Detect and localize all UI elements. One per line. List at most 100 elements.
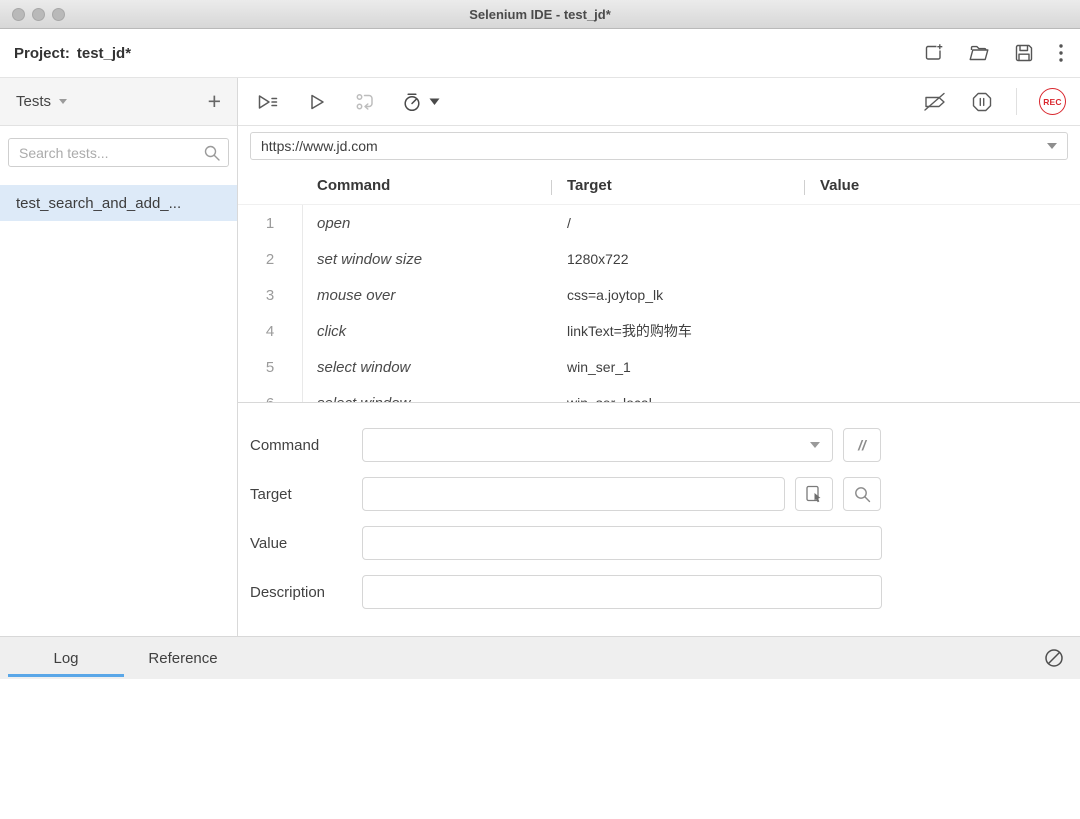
- command-edit-form: Command // Target: [238, 403, 1080, 636]
- command-field-label: Command: [250, 437, 362, 454]
- run-current-test-button[interactable]: [306, 90, 328, 114]
- row-target: 1280x722: [551, 251, 804, 267]
- test-list-item[interactable]: test_search_and_add_...: [0, 185, 237, 221]
- pause-on-exceptions-button[interactable]: [970, 90, 994, 114]
- disable-breakpoints-icon: [922, 90, 948, 114]
- target-input[interactable]: [362, 477, 785, 511]
- command-form-row: Command //: [250, 428, 1080, 462]
- step-over-icon: [354, 90, 376, 114]
- log-actions: [1043, 637, 1080, 679]
- tab-reference[interactable]: Reference: [124, 637, 242, 679]
- tests-sidebar: Tests + test_search_and_add_...: [0, 78, 238, 636]
- row-command: select window: [303, 359, 551, 376]
- save-project-button[interactable]: [1013, 42, 1035, 64]
- comment-slashes-label: //: [858, 437, 866, 453]
- sidebar-header: Tests +: [0, 78, 237, 126]
- row-target: css=a.joytop_lk: [551, 287, 804, 303]
- add-test-button[interactable]: +: [208, 90, 221, 113]
- row-command: set window size: [303, 251, 551, 268]
- command-row[interactable]: 5 select window win_ser_1: [238, 349, 1080, 385]
- column-header-command: Command: [303, 177, 551, 194]
- url-dropdown-caret-icon[interactable]: [1047, 143, 1057, 149]
- row-command: click: [303, 323, 551, 340]
- stopwatch-icon: [402, 90, 422, 114]
- main-panel: REC Command Target Value 1: [238, 78, 1080, 636]
- toolbar-left: [255, 90, 440, 114]
- kebab-menu-icon: [1058, 43, 1064, 63]
- minimize-window-button[interactable]: [32, 8, 45, 21]
- bottom-tabbar: Log Reference: [0, 636, 1080, 679]
- clear-log-icon: [1043, 647, 1065, 669]
- app-body: Tests + test_search_and_add_...: [0, 78, 1080, 636]
- tests-dropdown-caret-icon[interactable]: [59, 99, 67, 104]
- search-tests-wrap: [8, 138, 229, 167]
- command-row[interactable]: 2 set window size 1280x722: [238, 241, 1080, 277]
- row-number: 4: [238, 313, 303, 349]
- open-project-button[interactable]: [968, 42, 990, 64]
- select-target-button[interactable]: [795, 477, 833, 511]
- row-target: win_ser_local: [551, 395, 804, 403]
- window-title: Selenium IDE - test_jd*: [0, 7, 1080, 22]
- command-row[interactable]: 1 open /: [238, 205, 1080, 241]
- record-button[interactable]: REC: [1039, 88, 1066, 115]
- column-header-value: Value: [804, 177, 1080, 194]
- description-input[interactable]: [362, 575, 882, 609]
- find-target-button[interactable]: [843, 477, 881, 511]
- speed-caret-icon: [429, 98, 440, 106]
- select-target-icon: [804, 484, 824, 504]
- toolbar-right: REC: [922, 88, 1066, 115]
- clear-log-button[interactable]: [1043, 647, 1065, 669]
- pause-on-exceptions-icon: [970, 90, 994, 114]
- more-menu-button[interactable]: [1058, 43, 1064, 63]
- target-form-row: Target: [250, 477, 1080, 511]
- command-table-header: Command Target Value: [238, 166, 1080, 205]
- description-field-label: Description: [250, 584, 362, 601]
- row-number: 2: [238, 241, 303, 277]
- column-header-target: Target: [551, 177, 804, 194]
- project-actions: [923, 42, 1064, 64]
- command-row[interactable]: 6 select window win_ser_local: [238, 385, 1080, 403]
- command-row[interactable]: 4 click linkText=我的购物车: [238, 313, 1080, 349]
- search-tests-input[interactable]: [8, 138, 229, 167]
- titlebar: Selenium IDE - test_jd*: [0, 0, 1080, 29]
- selenium-ide-window: Selenium IDE - test_jd* Project: test_jd…: [0, 0, 1080, 819]
- open-folder-icon: [968, 42, 990, 64]
- tests-dropdown[interactable]: Tests: [16, 93, 51, 110]
- project-name: test_jd*: [77, 45, 131, 62]
- url-bar-row: [238, 126, 1080, 166]
- command-select-caret-icon: [810, 442, 820, 448]
- find-target-search-icon: [853, 485, 872, 504]
- value-field-label: Value: [250, 535, 362, 552]
- description-form-row: Description: [250, 575, 1080, 609]
- row-number: 1: [238, 205, 303, 241]
- playback-toolbar: REC: [238, 78, 1080, 126]
- project-label: Project:: [14, 45, 70, 62]
- row-target: linkText=我的购物车: [551, 321, 804, 341]
- test-speed-button[interactable]: [402, 90, 440, 114]
- step-over-button[interactable]: [354, 90, 376, 114]
- row-number: 6: [238, 385, 303, 403]
- toggle-comment-button[interactable]: //: [843, 428, 881, 462]
- tab-log[interactable]: Log: [8, 637, 124, 679]
- value-input[interactable]: [362, 526, 882, 560]
- traffic-lights: [0, 8, 65, 21]
- value-form-row: Value: [250, 526, 1080, 560]
- row-target: /: [551, 215, 804, 231]
- bottom-panel: Log Reference: [0, 636, 1080, 819]
- run-all-tests-button[interactable]: [255, 90, 280, 114]
- command-table-body: 1 open / 2 set window size 1280x722 3 mo…: [238, 205, 1080, 403]
- project-header: Project: test_jd*: [0, 29, 1080, 78]
- command-row[interactable]: 3 mouse over css=a.joytop_lk: [238, 277, 1080, 313]
- new-project-button[interactable]: [923, 42, 945, 64]
- disable-breakpoints-button[interactable]: [922, 90, 948, 114]
- save-icon: [1013, 42, 1035, 64]
- row-command: open: [303, 215, 551, 232]
- zoom-window-button[interactable]: [52, 8, 65, 21]
- log-content: [0, 679, 1080, 819]
- close-window-button[interactable]: [12, 8, 25, 21]
- run-test-icon: [306, 90, 328, 114]
- target-field-label: Target: [250, 486, 362, 503]
- command-select[interactable]: [362, 428, 833, 462]
- url-input[interactable]: [261, 138, 1047, 154]
- url-combobox[interactable]: [250, 132, 1068, 160]
